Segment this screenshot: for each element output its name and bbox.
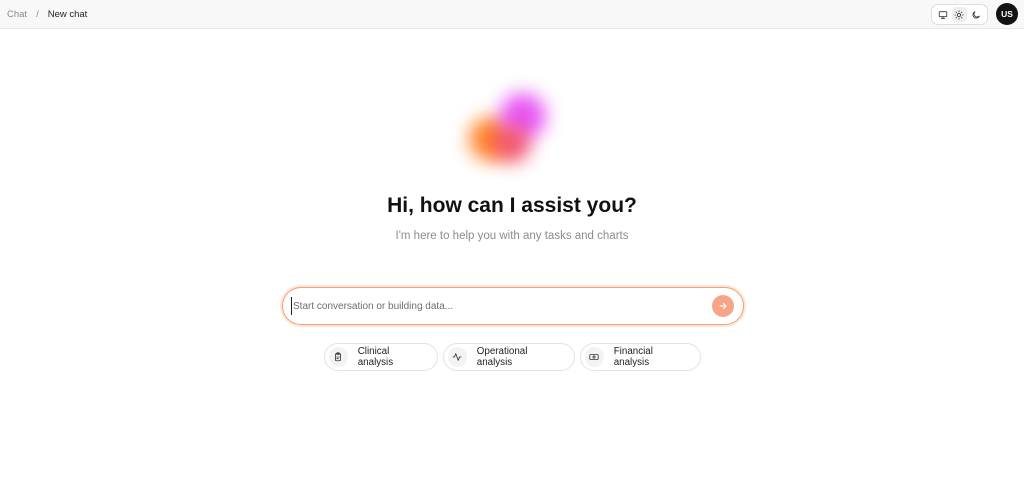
theme-dark-button[interactable] xyxy=(968,7,983,22)
orb-red-blob xyxy=(493,125,531,163)
breadcrumb: Chat / New chat xyxy=(7,0,87,29)
activity-icon xyxy=(448,347,467,367)
greeting-subtitle: I'm here to help you with any tasks and … xyxy=(395,230,629,242)
banknote-icon xyxy=(585,347,604,367)
suggestion-operational-analysis[interactable]: Operational analysis xyxy=(443,343,575,371)
suggestion-financial-analysis[interactable]: Financial analysis xyxy=(580,343,701,371)
suggestion-label: Operational analysis xyxy=(476,346,528,368)
breadcrumb-chat-link[interactable]: Chat xyxy=(7,9,27,20)
monitor-icon xyxy=(938,10,948,19)
breadcrumb-separator: / xyxy=(36,9,39,20)
user-avatar[interactable]: US xyxy=(996,3,1018,25)
suggestion-label: Clinical analysis xyxy=(357,346,394,368)
theme-light-button[interactable] xyxy=(951,7,967,22)
theme-toggle xyxy=(931,4,988,25)
suggestion-label: Financial analysis xyxy=(613,346,653,368)
breadcrumb-current-page: New chat xyxy=(47,9,88,20)
moon-icon xyxy=(972,10,980,18)
assistant-orb-logo xyxy=(455,85,575,185)
greeting-title: Hi, how can I assist you? xyxy=(387,194,637,217)
chat-input[interactable] xyxy=(291,297,701,315)
chat-composer xyxy=(282,287,744,325)
clipboard-icon xyxy=(329,347,348,367)
send-button[interactable] xyxy=(712,295,734,317)
arrow-right-icon xyxy=(719,303,727,309)
suggestion-chips: Clinical analysis Operational analysis F… xyxy=(0,343,1024,371)
sun-icon xyxy=(954,9,965,20)
theme-system-button[interactable] xyxy=(936,7,951,22)
top-bar: Chat / New chat US xyxy=(0,0,1024,29)
suggestion-clinical-analysis[interactable]: Clinical analysis xyxy=(324,343,438,371)
